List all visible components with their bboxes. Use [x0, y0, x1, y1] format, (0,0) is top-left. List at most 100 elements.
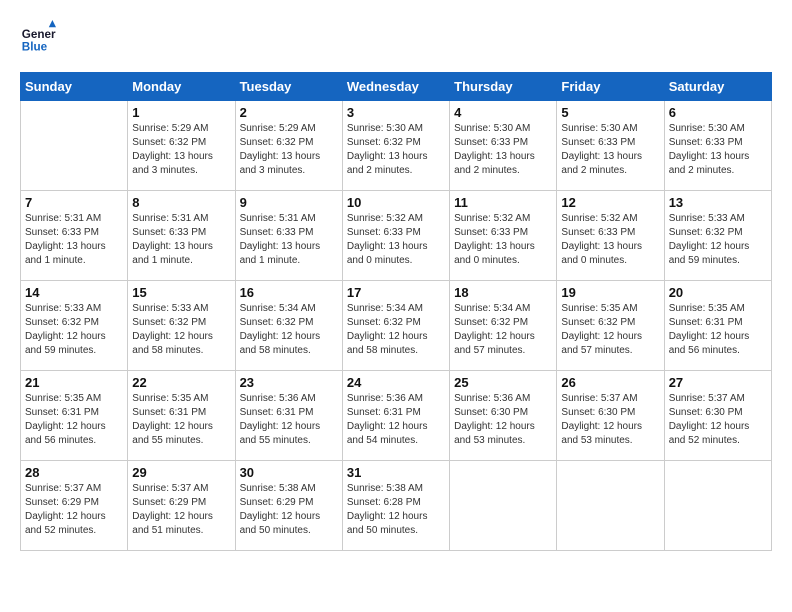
logo: General Blue [20, 20, 60, 56]
day-number: 6 [669, 105, 767, 120]
day-info: Sunrise: 5:38 AM Sunset: 6:29 PM Dayligh… [240, 482, 338, 538]
logo-icon: General Blue [20, 20, 56, 56]
calendar-cell: 28 Sunrise: 5:37 AM Sunset: 6:29 PM Dayli… [21, 461, 128, 551]
day-number: 17 [347, 285, 445, 300]
day-info: Sunrise: 5:32 AM Sunset: 6:33 PM Dayligh… [347, 212, 445, 268]
day-info: Sunrise: 5:29 AM Sunset: 6:32 PM Dayligh… [240, 122, 338, 178]
day-info: Sunrise: 5:29 AM Sunset: 6:32 PM Dayligh… [132, 122, 230, 178]
calendar-cell: 23 Sunrise: 5:36 AM Sunset: 6:31 PM Dayli… [235, 371, 342, 461]
day-info: Sunrise: 5:33 AM Sunset: 6:32 PM Dayligh… [669, 212, 767, 268]
day-info: Sunrise: 5:35 AM Sunset: 6:31 PM Dayligh… [132, 392, 230, 448]
calendar-cell: 16 Sunrise: 5:34 AM Sunset: 6:32 PM Dayli… [235, 281, 342, 371]
day-info: Sunrise: 5:30 AM Sunset: 6:33 PM Dayligh… [669, 122, 767, 178]
day-number: 31 [347, 465, 445, 480]
calendar-cell: 13Sunrise: 5:33 AM Sunset: 6:32 PM Dayli… [664, 191, 771, 281]
calendar-cell: 14 Sunrise: 5:33 AM Sunset: 6:32 PM Dayli… [21, 281, 128, 371]
col-header-thursday: Thursday [450, 73, 557, 101]
day-info: Sunrise: 5:38 AM Sunset: 6:28 PM Dayligh… [347, 482, 445, 538]
calendar-cell: 15Sunrise: 5:33 AM Sunset: 6:32 PM Dayli… [128, 281, 235, 371]
day-info: Sunrise: 5:36 AM Sunset: 6:31 PM Dayligh… [240, 392, 338, 448]
day-number: 5 [561, 105, 659, 120]
calendar-cell [557, 461, 664, 551]
week-row-2: 7Sunrise: 5:31 AM Sunset: 6:33 PM Daylig… [21, 191, 772, 281]
day-info: Sunrise: 5:30 AM Sunset: 6:32 PM Dayligh… [347, 122, 445, 178]
day-info: Sunrise: 5:37 AM Sunset: 6:29 PM Dayligh… [132, 482, 230, 538]
day-info: Sunrise: 5:31 AM Sunset: 6:33 PM Dayligh… [25, 212, 123, 268]
day-number: 4 [454, 105, 552, 120]
day-number: 28 [25, 465, 123, 480]
week-row-5: 28 Sunrise: 5:37 AM Sunset: 6:29 PM Dayli… [21, 461, 772, 551]
calendar-cell: 27 Sunrise: 5:37 AM Sunset: 6:30 PM Dayli… [664, 371, 771, 461]
week-row-3: 14 Sunrise: 5:33 AM Sunset: 6:32 PM Dayli… [21, 281, 772, 371]
day-number: 27 [669, 375, 767, 390]
calendar-cell: 3 Sunrise: 5:30 AM Sunset: 6:32 PM Daylig… [342, 101, 449, 191]
day-number: 18 [454, 285, 552, 300]
day-info: Sunrise: 5:37 AM Sunset: 6:29 PM Dayligh… [25, 482, 123, 538]
day-number: 23 [240, 375, 338, 390]
day-number: 16 [240, 285, 338, 300]
day-info: Sunrise: 5:31 AM Sunset: 6:33 PM Dayligh… [132, 212, 230, 268]
calendar-cell: 2 Sunrise: 5:29 AM Sunset: 6:32 PM Daylig… [235, 101, 342, 191]
day-info: Sunrise: 5:34 AM Sunset: 6:32 PM Dayligh… [240, 302, 338, 358]
day-info: Sunrise: 5:34 AM Sunset: 6:32 PM Dayligh… [347, 302, 445, 358]
day-info: Sunrise: 5:30 AM Sunset: 6:33 PM Dayligh… [561, 122, 659, 178]
calendar-table: SundayMondayTuesdayWednesdayThursdayFrid… [20, 72, 772, 551]
col-header-sunday: Sunday [21, 73, 128, 101]
svg-text:Blue: Blue [22, 41, 48, 54]
calendar-cell: 20 Sunrise: 5:35 AM Sunset: 6:31 PM Dayli… [664, 281, 771, 371]
day-info: Sunrise: 5:35 AM Sunset: 6:31 PM Dayligh… [25, 392, 123, 448]
day-number: 30 [240, 465, 338, 480]
day-info: Sunrise: 5:32 AM Sunset: 6:33 PM Dayligh… [454, 212, 552, 268]
day-info: Sunrise: 5:33 AM Sunset: 6:32 PM Dayligh… [25, 302, 123, 358]
day-number: 12 [561, 195, 659, 210]
day-info: Sunrise: 5:37 AM Sunset: 6:30 PM Dayligh… [669, 392, 767, 448]
calendar-cell: 7Sunrise: 5:31 AM Sunset: 6:33 PM Daylig… [21, 191, 128, 281]
day-number: 15 [132, 285, 230, 300]
day-number: 26 [561, 375, 659, 390]
day-info: Sunrise: 5:32 AM Sunset: 6:33 PM Dayligh… [561, 212, 659, 268]
day-number: 1 [132, 105, 230, 120]
col-header-monday: Monday [128, 73, 235, 101]
col-header-friday: Friday [557, 73, 664, 101]
day-info: Sunrise: 5:31 AM Sunset: 6:33 PM Dayligh… [240, 212, 338, 268]
calendar-cell [21, 101, 128, 191]
calendar-cell: 30 Sunrise: 5:38 AM Sunset: 6:29 PM Dayli… [235, 461, 342, 551]
day-number: 11 [454, 195, 552, 210]
day-number: 9 [240, 195, 338, 210]
calendar-cell [664, 461, 771, 551]
calendar-cell: 17 Sunrise: 5:34 AM Sunset: 6:32 PM Dayli… [342, 281, 449, 371]
calendar-cell: 9 Sunrise: 5:31 AM Sunset: 6:33 PM Daylig… [235, 191, 342, 281]
day-number: 14 [25, 285, 123, 300]
col-header-wednesday: Wednesday [342, 73, 449, 101]
day-number: 24 [347, 375, 445, 390]
calendar-cell [450, 461, 557, 551]
page-header: General Blue [20, 20, 772, 56]
calendar-cell: 22 Sunrise: 5:35 AM Sunset: 6:31 PM Dayli… [128, 371, 235, 461]
day-info: Sunrise: 5:35 AM Sunset: 6:32 PM Dayligh… [561, 302, 659, 358]
week-row-1: 1 Sunrise: 5:29 AM Sunset: 6:32 PM Daylig… [21, 101, 772, 191]
col-header-saturday: Saturday [664, 73, 771, 101]
calendar-cell: 8 Sunrise: 5:31 AM Sunset: 6:33 PM Daylig… [128, 191, 235, 281]
calendar-cell: 19 Sunrise: 5:35 AM Sunset: 6:32 PM Dayli… [557, 281, 664, 371]
day-number: 8 [132, 195, 230, 210]
day-info: Sunrise: 5:34 AM Sunset: 6:32 PM Dayligh… [454, 302, 552, 358]
calendar-cell: 21 Sunrise: 5:35 AM Sunset: 6:31 PM Dayli… [21, 371, 128, 461]
day-number: 20 [669, 285, 767, 300]
calendar-cell: 12 Sunrise: 5:32 AM Sunset: 6:33 PM Dayli… [557, 191, 664, 281]
day-number: 2 [240, 105, 338, 120]
day-info: Sunrise: 5:35 AM Sunset: 6:31 PM Dayligh… [669, 302, 767, 358]
day-info: Sunrise: 5:37 AM Sunset: 6:30 PM Dayligh… [561, 392, 659, 448]
day-number: 3 [347, 105, 445, 120]
calendar-cell: 25 Sunrise: 5:36 AM Sunset: 6:30 PM Dayli… [450, 371, 557, 461]
col-header-tuesday: Tuesday [235, 73, 342, 101]
day-number: 25 [454, 375, 552, 390]
day-number: 29 [132, 465, 230, 480]
day-number: 10 [347, 195, 445, 210]
calendar-cell: 26 Sunrise: 5:37 AM Sunset: 6:30 PM Dayli… [557, 371, 664, 461]
day-number: 21 [25, 375, 123, 390]
day-number: 22 [132, 375, 230, 390]
calendar-cell: 24Sunrise: 5:36 AM Sunset: 6:31 PM Dayli… [342, 371, 449, 461]
day-number: 19 [561, 285, 659, 300]
day-info: Sunrise: 5:36 AM Sunset: 6:30 PM Dayligh… [454, 392, 552, 448]
calendar-cell: 11 Sunrise: 5:32 AM Sunset: 6:33 PM Dayli… [450, 191, 557, 281]
